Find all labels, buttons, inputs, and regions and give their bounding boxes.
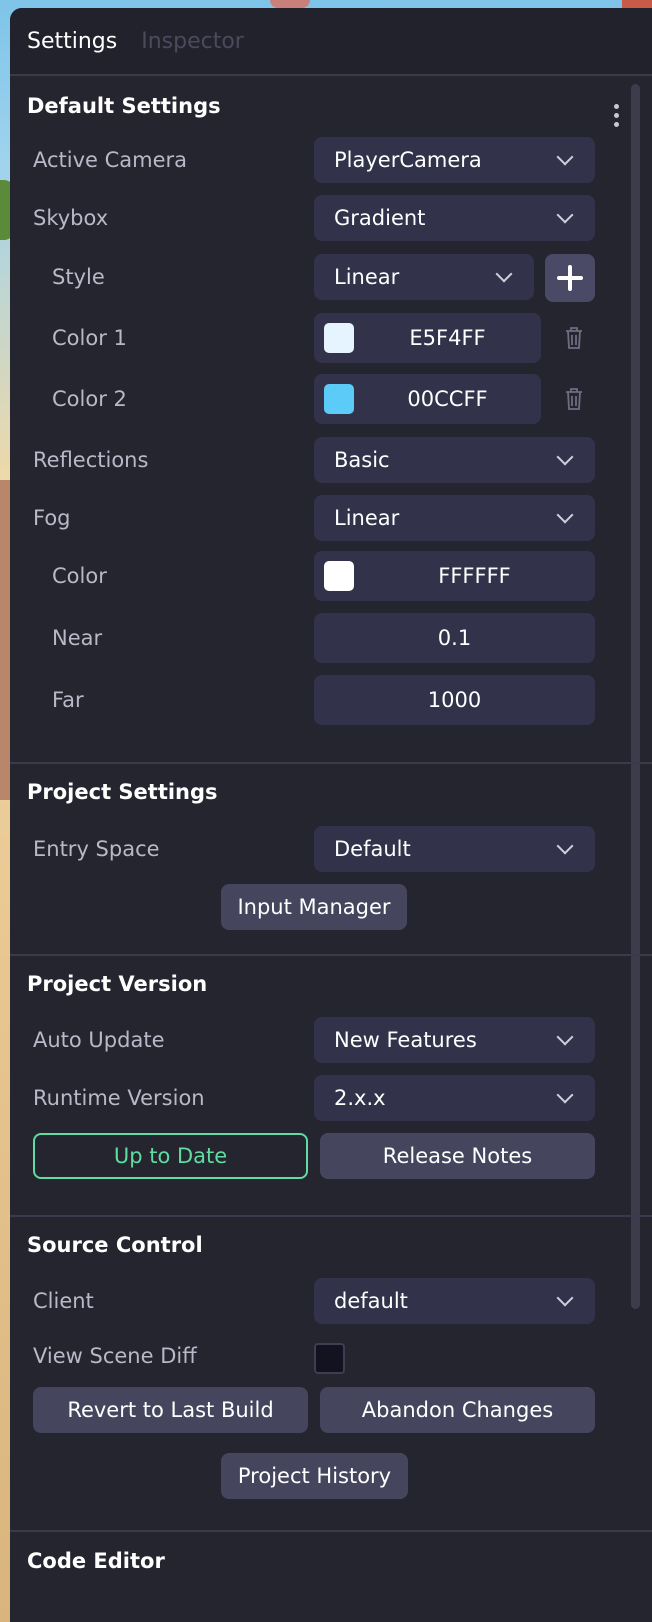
- active-camera-dropdown[interactable]: PlayerCamera: [314, 137, 595, 183]
- color2-value: 00CCFF: [407, 387, 488, 411]
- fog-color-swatch[interactable]: [324, 561, 354, 591]
- far-value: 1000: [427, 688, 482, 712]
- runtime-version-row: Runtime Version 2.x.x: [10, 1075, 620, 1121]
- color2-field[interactable]: 00CCFF: [314, 374, 541, 424]
- chevron-down-icon: [556, 148, 574, 166]
- dropdown-value: PlayerCamera: [334, 148, 482, 172]
- client-row: Client default: [10, 1278, 620, 1324]
- auto-update-dropdown[interactable]: New Features: [314, 1017, 595, 1063]
- client-dropdown[interactable]: default: [314, 1278, 595, 1324]
- fog-color-value: FFFFFF: [438, 564, 511, 588]
- fog-row: Fog Linear: [10, 495, 620, 541]
- section-title: Code Editor: [27, 1549, 165, 1573]
- dropdown-value: default: [334, 1289, 408, 1313]
- tab-inspector[interactable]: Inspector: [141, 29, 244, 54]
- trash-icon[interactable]: [564, 326, 584, 350]
- view-scene-diff-row: View Scene Diff: [10, 1333, 620, 1379]
- color2-label: Color 2: [52, 387, 127, 411]
- fog-dropdown[interactable]: Linear: [314, 495, 595, 541]
- project-settings-section: Project Settings Entry Space Default Inp…: [10, 764, 652, 956]
- chevron-down-icon: [556, 206, 574, 224]
- active-camera-label: Active Camera: [33, 148, 188, 172]
- client-label: Client: [33, 1289, 94, 1313]
- color1-field[interactable]: E5F4FF: [314, 313, 541, 363]
- revert-to-last-build-button[interactable]: Revert to Last Build: [33, 1387, 308, 1433]
- project-version-section: Project Version Auto Update New Features…: [10, 956, 652, 1217]
- entry-space-row: Entry Space Default: [10, 826, 620, 872]
- color2-row: Color 2 00CCFF: [10, 374, 620, 424]
- view-scene-diff-checkbox[interactable]: [314, 1343, 345, 1374]
- view-scene-diff-label: View Scene Diff: [33, 1344, 197, 1368]
- release-notes-button[interactable]: Release Notes: [320, 1133, 595, 1179]
- style-label: Style: [52, 265, 105, 289]
- dropdown-value: Linear: [334, 506, 400, 530]
- near-label: Near: [52, 626, 103, 650]
- style-dropdown[interactable]: Linear: [314, 254, 534, 300]
- auto-update-row: Auto Update New Features: [10, 1017, 620, 1063]
- dropdown-value: New Features: [334, 1028, 477, 1052]
- runtime-version-dropdown[interactable]: 2.x.x: [314, 1075, 595, 1121]
- abandon-changes-button[interactable]: Abandon Changes: [320, 1387, 595, 1433]
- near-row: Near 0.1: [10, 613, 620, 663]
- project-history-button[interactable]: Project History: [221, 1453, 408, 1499]
- color1-swatch[interactable]: [324, 323, 354, 353]
- fog-color-label: Color: [52, 564, 107, 588]
- near-value: 0.1: [437, 626, 472, 650]
- color1-label: Color 1: [52, 326, 127, 350]
- code-editor-section: Code Editor: [10, 1532, 652, 1573]
- trash-icon[interactable]: [564, 387, 584, 411]
- tab-bar: Settings Inspector: [10, 8, 652, 76]
- dropdown-value: Basic: [334, 448, 390, 472]
- chevron-down-icon: [556, 1086, 574, 1104]
- skybox-row: Skybox Gradient: [10, 195, 620, 241]
- chevron-down-icon: [495, 265, 513, 283]
- section-title: Source Control: [27, 1233, 203, 1257]
- chevron-down-icon: [556, 506, 574, 524]
- color2-swatch[interactable]: [324, 384, 354, 414]
- more-options-icon[interactable]: [614, 104, 620, 127]
- style-row: Style Linear: [10, 254, 620, 302]
- dropdown-value: Linear: [334, 265, 400, 289]
- far-input[interactable]: 1000: [314, 675, 595, 725]
- fog-color-field[interactable]: FFFFFF: [314, 551, 595, 601]
- chevron-down-icon: [556, 1289, 574, 1307]
- fog-label: Fog: [33, 506, 71, 530]
- dropdown-value: Gradient: [334, 206, 426, 230]
- reflections-dropdown[interactable]: Basic: [314, 437, 595, 483]
- dropdown-value: 2.x.x: [334, 1086, 386, 1110]
- runtime-version-label: Runtime Version: [33, 1086, 205, 1110]
- reflections-label: Reflections: [33, 448, 149, 472]
- add-color-button[interactable]: [545, 254, 595, 302]
- section-title: Default Settings: [27, 94, 221, 118]
- plus-icon: [557, 265, 583, 291]
- input-manager-button[interactable]: Input Manager: [221, 884, 407, 930]
- color1-row: Color 1 E5F4FF: [10, 313, 620, 363]
- near-input[interactable]: 0.1: [314, 613, 595, 663]
- section-title: Project Version: [27, 972, 208, 996]
- tab-settings[interactable]: Settings: [27, 29, 117, 54]
- color1-value: E5F4FF: [409, 326, 486, 350]
- background-object: [270, 0, 310, 8]
- chevron-down-icon: [556, 837, 574, 855]
- skybox-label: Skybox: [33, 206, 109, 230]
- chevron-down-icon: [556, 1028, 574, 1046]
- far-label: Far: [52, 688, 84, 712]
- far-row: Far 1000: [10, 675, 620, 725]
- fog-color-row: Color FFFFFF: [10, 551, 620, 601]
- auto-update-label: Auto Update: [33, 1028, 165, 1052]
- entry-space-dropdown[interactable]: Default: [314, 826, 595, 872]
- active-camera-row: Active Camera PlayerCamera: [10, 137, 620, 183]
- dropdown-value: Default: [334, 837, 411, 861]
- section-title: Project Settings: [27, 780, 218, 804]
- chevron-down-icon: [556, 448, 574, 466]
- default-settings-section: Default Settings Active Camera PlayerCam…: [10, 76, 652, 764]
- settings-panel: Settings Inspector Default Settings Acti…: [10, 8, 652, 1622]
- up-to-date-status[interactable]: Up to Date: [33, 1133, 308, 1179]
- reflections-row: Reflections Basic: [10, 437, 620, 483]
- source-control-section: Source Control Client default View Scene…: [10, 1217, 652, 1532]
- entry-space-label: Entry Space: [33, 837, 160, 861]
- skybox-dropdown[interactable]: Gradient: [314, 195, 595, 241]
